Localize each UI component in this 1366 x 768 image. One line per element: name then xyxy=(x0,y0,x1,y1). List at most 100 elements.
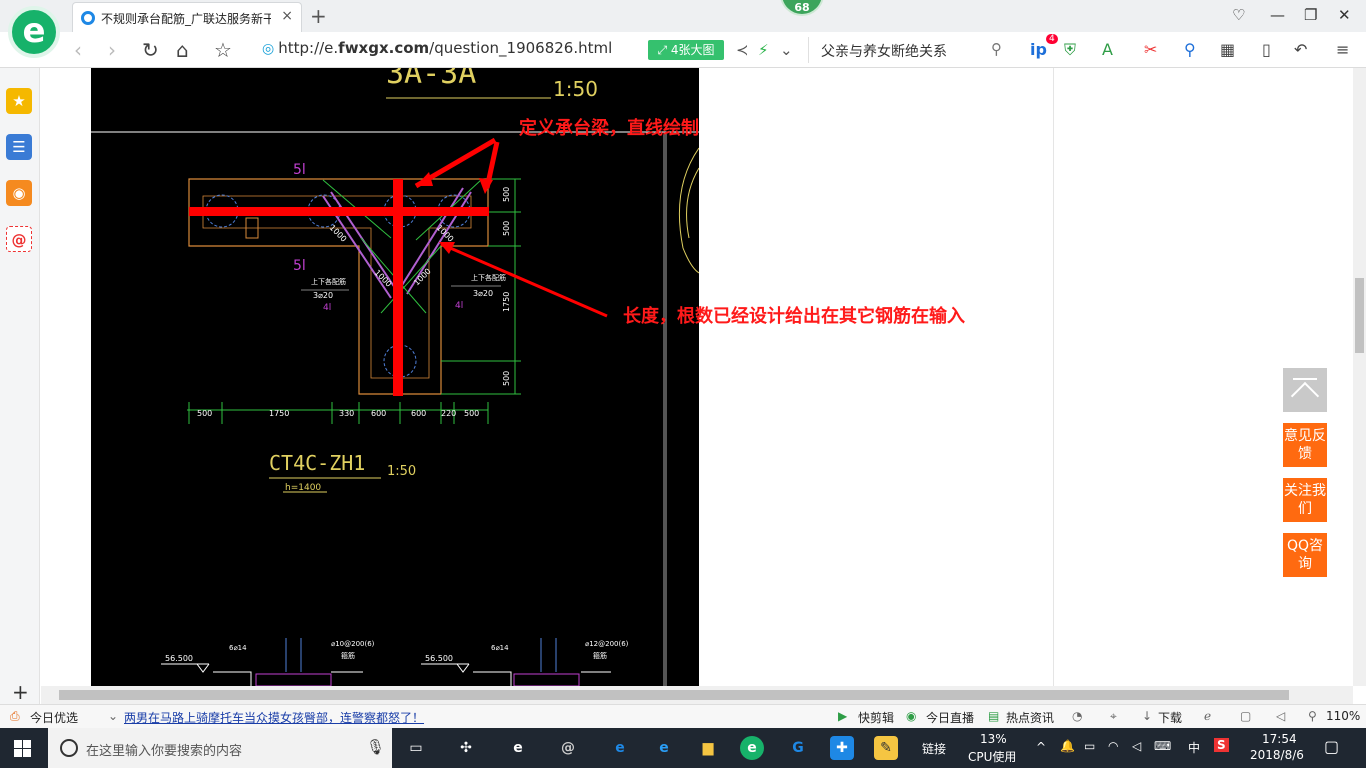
search-input[interactable]: 父亲与养女断绝关系 xyxy=(821,41,947,61)
sidebar-add-button[interactable]: + xyxy=(12,680,29,704)
feedback-button[interactable]: 意见反馈 xyxy=(1283,423,1327,467)
weibo-icon[interactable]: ◉ xyxy=(6,180,32,206)
hot-news-link[interactable]: 热点资讯 xyxy=(1006,709,1054,726)
minimize-button[interactable]: — xyxy=(1270,6,1285,24)
scissors-icon[interactable]: ✂ xyxy=(1144,40,1157,59)
apps-grid-icon[interactable]: ▦ xyxy=(1220,40,1235,59)
ext-ip-icon[interactable]: ip xyxy=(1030,40,1047,59)
bookmark-star-button[interactable]: ☆ xyxy=(214,38,232,62)
close-window-button[interactable]: ✕ xyxy=(1338,6,1351,24)
notification-bell-icon[interactable]: 🔔 xyxy=(1060,739,1075,753)
internet-explorer-icon[interactable]: e xyxy=(652,736,676,760)
battery-icon[interactable]: ▭ xyxy=(1084,739,1095,753)
keyboard-icon[interactable]: ⌨ xyxy=(1154,739,1171,753)
edge-icon[interactable]: e xyxy=(608,736,632,760)
qq-consult-button[interactable]: QQ咨询 xyxy=(1283,533,1327,577)
action-center-icon[interactable]: ▢ xyxy=(1324,737,1339,756)
magnifier-icon[interactable]: ⚲ xyxy=(1184,40,1196,59)
spiral-app-icon[interactable]: @ xyxy=(556,736,580,760)
menu-icon[interactable]: ≡ xyxy=(1336,40,1349,59)
news-headline-link[interactable]: 两男在马路上骑摩托车当众摸女孩臀部，连警察都怒了！ xyxy=(124,709,424,726)
partial-shape-right xyxy=(678,147,699,274)
vertical-scrollbar[interactable] xyxy=(1353,68,1366,686)
url-prefix: http://e. xyxy=(278,39,339,57)
microphone-icon[interactable]: 🎙 xyxy=(366,738,385,756)
cleanup-icon[interactable]: ⌖ xyxy=(1110,709,1117,724)
clock-time[interactable]: 17:54 xyxy=(1262,732,1297,746)
browser-logo[interactable]: e xyxy=(8,6,60,58)
elev-left: 56.500 xyxy=(165,654,193,663)
zoom-level[interactable]: 110% xyxy=(1326,709,1360,723)
big-images-button[interactable]: ⤢ 4张大图 xyxy=(648,40,724,60)
lightning-icon[interactable]: ⚡ xyxy=(758,41,769,59)
notes-app-icon[interactable]: ✎ xyxy=(874,736,898,760)
clock-date[interactable]: 2018/8/6 xyxy=(1250,748,1304,762)
taskbar-search[interactable]: 在这里输入你要搜索的内容 🎙 xyxy=(48,728,392,768)
browser-taskbar-icon[interactable]: e xyxy=(740,736,764,760)
vertical-scroll-thumb[interactable] xyxy=(1355,278,1364,353)
today-pick-link[interactable]: 今日优选 xyxy=(30,709,78,726)
restore-button[interactable]: ❐ xyxy=(1304,6,1317,24)
score-badge[interactable]: 68 xyxy=(780,0,824,16)
fan-app-icon[interactable]: ✣ xyxy=(454,736,478,760)
annotation-top: 定义承台梁，直线绘制 xyxy=(519,118,699,139)
taskbar-search-input[interactable]: 在这里输入你要搜索的内容 xyxy=(86,740,242,759)
skin-icon[interactable]: ♡ xyxy=(1232,6,1245,24)
back-button[interactable]: ‹ xyxy=(74,38,82,62)
drawing-name: CT4C-ZH1 xyxy=(269,451,365,475)
ie-legacy-icon[interactable]: e xyxy=(506,736,530,760)
rebar-left-tag: 4l xyxy=(323,303,331,313)
tablet-icon[interactable]: ▯ xyxy=(1262,40,1271,59)
forward-button[interactable]: › xyxy=(108,38,116,62)
sogou-icon[interactable]: S xyxy=(1214,738,1229,752)
stirrup-left-2: 箍筋 xyxy=(341,651,355,660)
rebar-left-value: 3⌀20 xyxy=(313,291,333,300)
cortana-icon xyxy=(60,739,78,757)
quick-cut-link[interactable]: 快剪辑 xyxy=(858,709,894,726)
volume-icon[interactable]: ◁ xyxy=(1132,739,1141,753)
mail-icon[interactable]: @ xyxy=(6,226,32,252)
live-link[interactable]: 今日直播 xyxy=(926,709,974,726)
back-to-top-button[interactable] xyxy=(1283,368,1327,412)
chevron-down-icon[interactable]: ⌄ xyxy=(108,709,118,723)
speed-icon[interactable]: ◔ xyxy=(1072,709,1082,723)
horizontal-scrollbar[interactable] xyxy=(41,686,1353,704)
reading-list-icon[interactable]: ☰ xyxy=(6,134,32,160)
undo-icon[interactable]: ↶ xyxy=(1294,40,1307,59)
web-page: 3A-3A 1:50 1000 1000 1000 1000 5l 5l 上下各… xyxy=(41,68,1353,686)
favorites-icon[interactable]: ★ xyxy=(6,88,32,114)
share-icon[interactable]: ≺ xyxy=(736,41,749,59)
glodon-app-icon[interactable]: G xyxy=(786,736,810,760)
ime-indicator[interactable]: 中 xyxy=(1188,739,1200,756)
url-field[interactable]: ◎ http://e.fwxgx.com/question_1906826.htm… xyxy=(262,39,642,61)
task-view-icon[interactable]: ▭ xyxy=(404,736,428,760)
annotation-right: 长度，根数已经设计给出在其它钢筋在输入 xyxy=(623,306,965,327)
file-explorer-icon[interactable]: ▆ xyxy=(696,736,720,760)
browser-tab[interactable]: 不规则承台配筋_广联达服务新干线 × xyxy=(72,2,302,32)
elev-right-mark xyxy=(456,663,470,673)
link-label[interactable]: 链接 xyxy=(922,740,946,757)
ie-mode-icon[interactable]: ℯ xyxy=(1204,709,1211,723)
chevron-down-icon[interactable]: ⌄ xyxy=(780,41,793,59)
new-tab-button[interactable]: + xyxy=(310,4,327,28)
top-bar-icon xyxy=(1293,378,1317,380)
shield-icon[interactable]: ⛨ xyxy=(1064,40,1076,60)
window-icon[interactable]: ▢ xyxy=(1240,709,1251,723)
chevron-up-icon[interactable]: ^ xyxy=(1036,740,1046,754)
download-link[interactable]: 下载 xyxy=(1158,709,1182,726)
translate-icon[interactable]: A xyxy=(1102,40,1113,59)
download-icon: ↓ xyxy=(1142,709,1153,723)
search-box[interactable]: 父亲与养女断绝关系 ⚲ xyxy=(808,37,1008,63)
wifi-icon[interactable]: ◠ xyxy=(1108,739,1118,753)
red-horizontal-beam xyxy=(189,207,489,216)
mute-icon[interactable]: ◁ xyxy=(1276,709,1285,723)
tab-close-button[interactable]: × xyxy=(281,8,293,24)
mark-5l-mid: 5l xyxy=(293,258,306,274)
refresh-button[interactable]: ↻ xyxy=(142,38,159,62)
plus-app-icon[interactable]: ✚ xyxy=(830,736,854,760)
search-icon[interactable]: ⚲ xyxy=(991,40,1002,58)
home-button[interactable]: ⌂ xyxy=(176,38,189,62)
horizontal-scroll-thumb[interactable] xyxy=(59,690,1289,700)
follow-us-button[interactable]: 关注我们 xyxy=(1283,478,1327,522)
start-button[interactable] xyxy=(14,740,31,757)
